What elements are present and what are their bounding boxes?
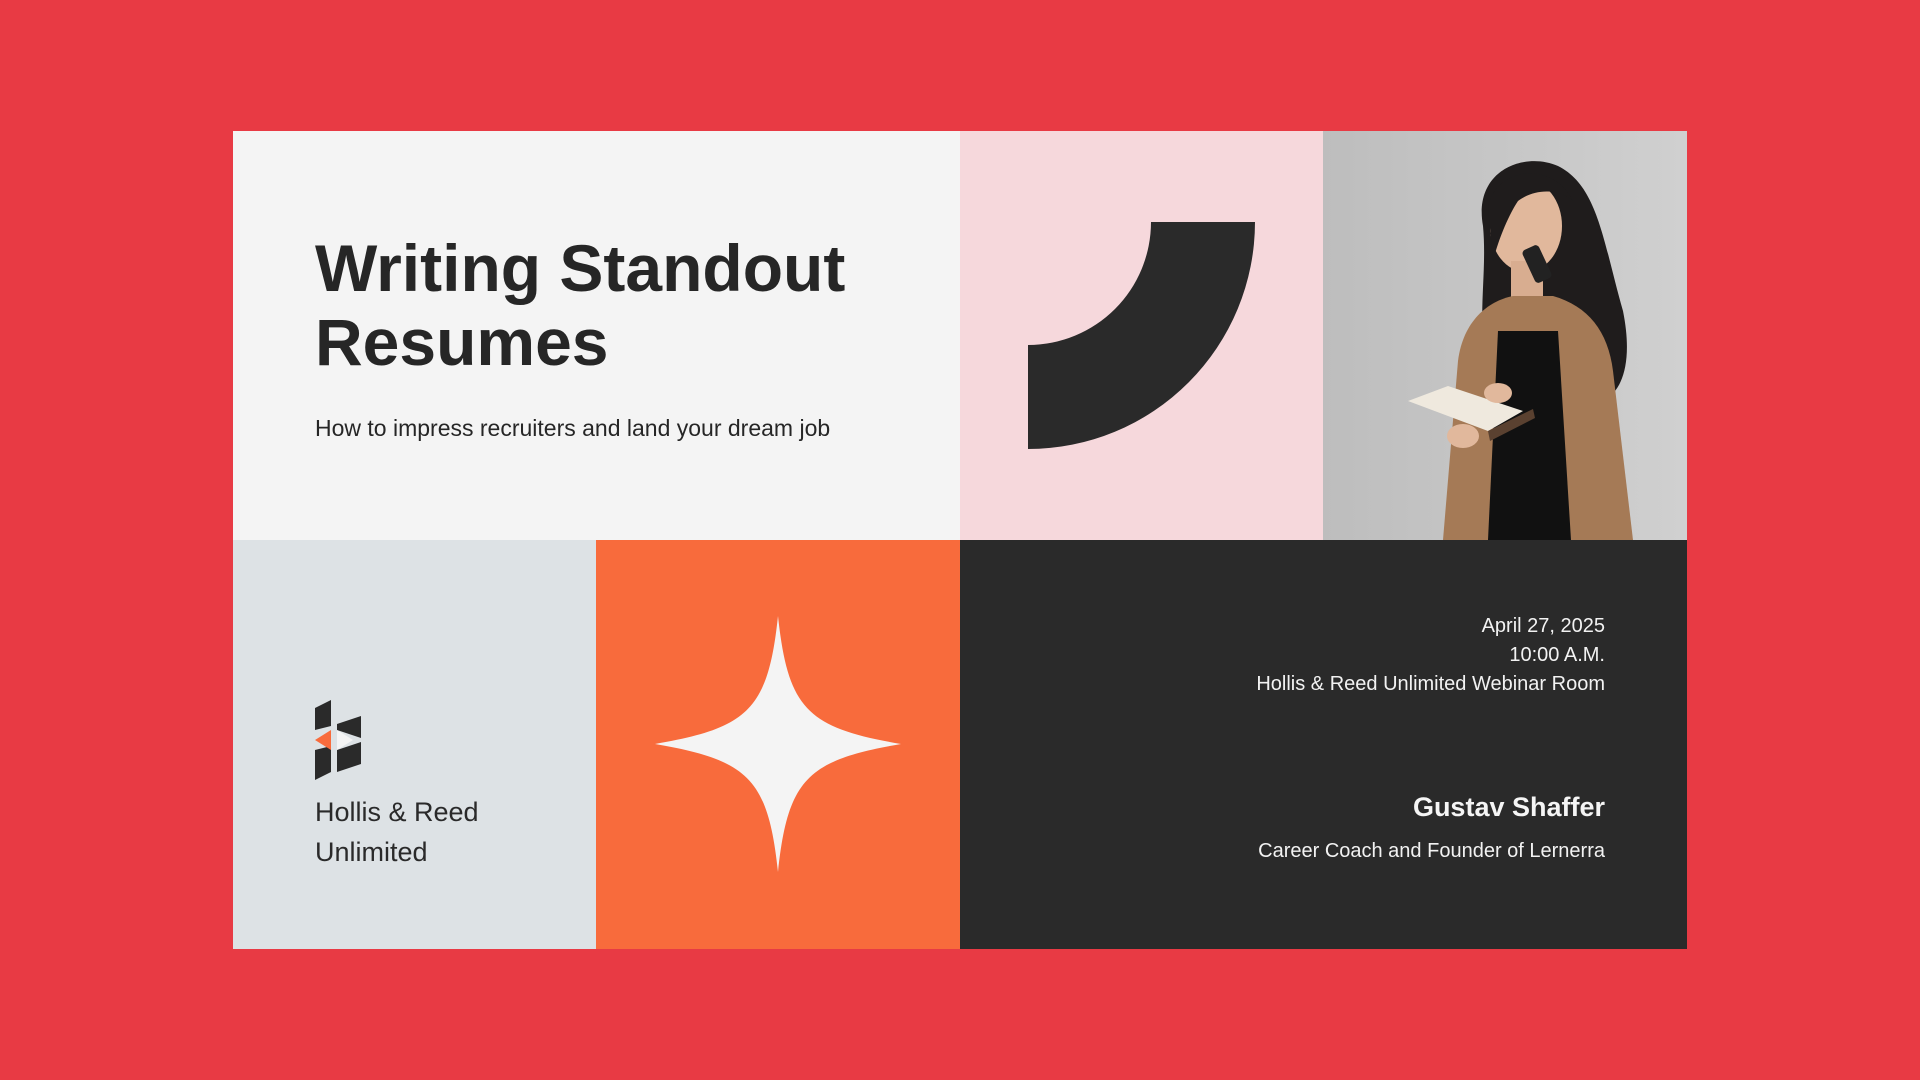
company-name: Hollis & Reed Unlimited	[315, 792, 479, 872]
title-line-1: Writing Standout	[315, 231, 846, 305]
hollis-reed-logo	[315, 700, 361, 780]
event-date: April 27, 2025	[1481, 615, 1605, 637]
speaker-photo	[1323, 131, 1687, 540]
photo-woman-reading-icon	[1323, 131, 1687, 540]
star-panel	[596, 540, 960, 949]
company-name-line-1: Hollis & Reed	[315, 797, 479, 827]
slide: Writing Standout Resumes How to impress …	[233, 131, 1687, 949]
slide-subtitle: How to impress recruiters and land your …	[315, 415, 831, 441]
arc-panel	[960, 131, 1323, 540]
slide-title: Writing Standout Resumes	[315, 231, 935, 379]
speaker-role: Career Coach and Founder of Lernerra	[1258, 840, 1605, 862]
event-details: April 27, 2025 10:00 A.M. Hollis & Reed …	[1256, 612, 1605, 699]
event-location: Hollis & Reed Unlimited Webinar Room	[1256, 673, 1605, 695]
quarter-arc-icon	[1028, 222, 1255, 449]
company-name-line-2: Unlimited	[315, 837, 428, 867]
title-line-2: Resumes	[315, 305, 609, 379]
event-info-panel: April 27, 2025 10:00 A.M. Hollis & Reed …	[960, 540, 1687, 949]
company-panel: Hollis & Reed Unlimited	[233, 540, 596, 949]
four-point-star-icon	[655, 616, 901, 872]
speaker-name: Gustav Shaffer	[1412, 792, 1605, 822]
event-time: 10:00 A.M.	[1509, 644, 1605, 666]
title-panel: Writing Standout Resumes How to impress …	[233, 131, 960, 540]
